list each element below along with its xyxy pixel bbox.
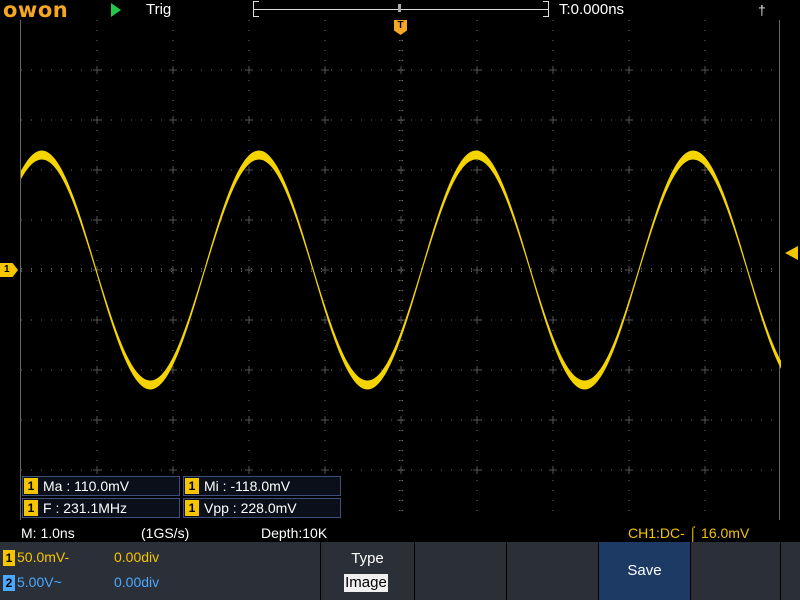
channel-tag: 1 [185,478,199,494]
channel1-scale: 50.0mV- [17,546,69,568]
waveform-trace [21,150,781,390]
measurement-text: Vpp : 228.0mV [204,500,297,516]
run-icon[interactable] [111,3,121,17]
trigger-source: CH1:DC- [628,525,689,541]
softkey-type-value: Image [344,574,388,592]
channel1-coupling: - [64,549,70,565]
timebase: M: 1.0ns [21,525,75,541]
status-line: M: 1.0ns (1GS/s) Depth:10K CH1:DC- ⌠ 16.… [0,524,800,542]
softkey-empty-5[interactable] [690,542,780,600]
memory-bar-right-bracket [543,1,549,17]
memory-bar-window[interactable] [398,4,401,12]
channel-tag: 1 [24,478,38,494]
channel1-waveform [21,150,781,390]
measurement-frequency: 1 F : 231.1MHz [22,498,180,518]
channel-tag: 1 [24,500,38,516]
channel1-scale-value: 50.0mV [17,549,65,565]
measurement-panel: 1 Ma : 110.0mV 1 Mi : -118.0mV 1 F : 231.1M… [22,476,342,520]
trigger-status: Trig [146,1,172,18]
measurement-max: 1 Ma : 110.0mV [22,476,180,496]
usb-icon: † [758,2,766,18]
measurement-text: F : 231.1MHz [43,500,128,516]
memory-depth: Depth:10K [261,525,328,541]
channel2-badge: 2 [3,575,15,592]
save-button[interactable]: Save [598,542,690,600]
bottom-panel: 1 50.0mV- 0.00div 2 5.00V~ 0.00div Type … [0,542,800,600]
softkey-type[interactable]: Type Image [320,542,414,600]
channel-tag: 1 [185,500,199,516]
time-offset: T:0.000ns [559,1,625,18]
brand-logo: owon [3,0,69,22]
softkey-scroll[interactable] [780,542,800,600]
top-bar: owon Trig T:0.000ns † [0,0,800,22]
rising-edge-icon: ⌠ [688,525,698,541]
memory-position-bar[interactable] [253,1,549,17]
waveform-display[interactable] [20,20,781,520]
memory-bar-line [253,9,549,10]
channel2-scale-value: 5.00V [17,574,54,590]
channel2-coupling: ~ [53,574,62,590]
channel1-offset: 0.00div [114,549,160,565]
measurement-text: Ma : 110.0mV [43,478,130,494]
softkey-type-title: Type [351,550,384,567]
channel1-badge: 1 [3,550,15,567]
softkey-empty-3[interactable] [506,542,598,600]
trigger-level: 16.0mV [701,525,750,541]
trigger-level-marker[interactable] [785,246,798,260]
save-label: Save [627,562,662,579]
trigger-info: CH1:DC- ⌠ 16.0mV [628,525,749,541]
channel2-scale: 5.00V~ [17,571,62,593]
channel1-offset-marker[interactable]: 1 [0,263,18,277]
measurement-min: 1 Mi : -118.0mV [183,476,341,496]
measurement-text: Mi : -118.0mV [204,478,291,494]
softkey-empty-2[interactable] [414,542,506,600]
channel1-row[interactable]: 1 50.0mV- 0.00div [0,546,320,568]
channel2-offset: 0.00div [114,574,160,590]
measurement-vpp: 1 Vpp : 228.0mV [183,498,341,518]
channel2-row[interactable]: 2 5.00V~ 0.00div [0,571,320,593]
sample-rate: (1GS/s) [141,525,190,541]
